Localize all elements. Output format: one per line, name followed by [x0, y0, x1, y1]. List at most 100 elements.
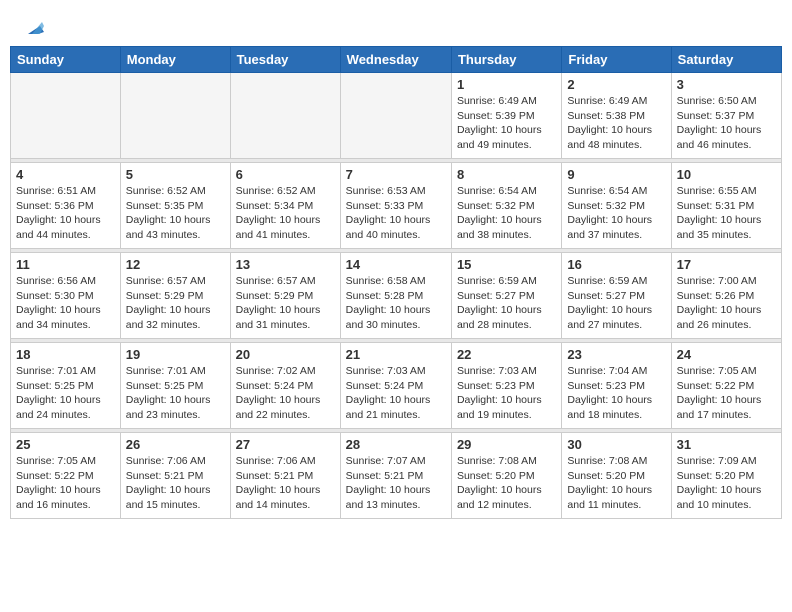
day-number: 3 [677, 77, 776, 92]
week-row-2: 4 Sunrise: 6:51 AMSunset: 5:36 PMDaylight… [11, 163, 782, 249]
day-cell: 12 Sunrise: 6:57 AMSunset: 5:29 PMDayligh… [120, 253, 230, 339]
day-info: Sunrise: 7:02 AMSunset: 5:24 PMDaylight:… [236, 364, 335, 423]
day-number: 4 [16, 167, 115, 182]
week-row-3: 11Sunrise: 6:56 AMSunset: 5:30 PMDayligh… [11, 253, 782, 339]
day-cell [11, 73, 121, 159]
day-number: 12 [126, 257, 225, 272]
day-info: Sunrise: 6:58 AMSunset: 5:28 PMDaylight:… [346, 274, 446, 333]
day-number: 28 [346, 437, 446, 452]
day-info: Sunrise: 6:59 AMSunset: 5:27 PMDaylight:… [567, 274, 665, 333]
page-header [10, 10, 782, 40]
day-info: Sunrise: 7:05 AMSunset: 5:22 PMDaylight:… [16, 454, 115, 513]
day-number: 5 [126, 167, 225, 182]
day-number: 20 [236, 347, 335, 362]
day-cell [230, 73, 340, 159]
day-number: 23 [567, 347, 665, 362]
day-cell: 20 Sunrise: 7:02 AMSunset: 5:24 PMDayligh… [230, 343, 340, 429]
day-number: 18 [16, 347, 115, 362]
day-number: 19 [126, 347, 225, 362]
day-info: Sunrise: 6:52 AMSunset: 5:34 PMDaylight:… [236, 184, 335, 243]
day-cell: 3 Sunrise: 6:50 AMSunset: 5:37 PMDaylight… [671, 73, 781, 159]
day-number: 30 [567, 437, 665, 452]
day-number: 10 [677, 167, 776, 182]
day-number: 14 [346, 257, 446, 272]
day-cell: 23 Sunrise: 7:04 AMSunset: 5:23 PMDayligh… [562, 343, 671, 429]
logo [20, 18, 44, 36]
day-cell: 11Sunrise: 6:56 AMSunset: 5:30 PMDayligh… [11, 253, 121, 339]
day-info: Sunrise: 6:51 AMSunset: 5:36 PMDaylight:… [16, 184, 115, 243]
day-info: Sunrise: 7:08 AMSunset: 5:20 PMDaylight:… [567, 454, 665, 513]
day-cell: 29 Sunrise: 7:08 AMSunset: 5:20 PMDayligh… [451, 433, 561, 519]
week-row-4: 18 Sunrise: 7:01 AMSunset: 5:25 PMDayligh… [11, 343, 782, 429]
col-header-monday: Monday [120, 47, 230, 73]
day-number: 17 [677, 257, 776, 272]
day-info: Sunrise: 6:52 AMSunset: 5:35 PMDaylight:… [126, 184, 225, 243]
day-cell: 9 Sunrise: 6:54 AMSunset: 5:32 PMDaylight… [562, 163, 671, 249]
week-row-1: 1 Sunrise: 6:49 AMSunset: 5:39 PMDaylight… [11, 73, 782, 159]
day-cell: 27 Sunrise: 7:06 AMSunset: 5:21 PMDayligh… [230, 433, 340, 519]
calendar-header-row: SundayMondayTuesdayWednesdayThursdayFrid… [11, 47, 782, 73]
day-cell [340, 73, 451, 159]
day-info: Sunrise: 7:01 AMSunset: 5:25 PMDaylight:… [126, 364, 225, 423]
day-number: 31 [677, 437, 776, 452]
day-cell: 30 Sunrise: 7:08 AMSunset: 5:20 PMDayligh… [562, 433, 671, 519]
day-number: 29 [457, 437, 556, 452]
day-info: Sunrise: 7:07 AMSunset: 5:21 PMDaylight:… [346, 454, 446, 513]
day-cell: 2 Sunrise: 6:49 AMSunset: 5:38 PMDaylight… [562, 73, 671, 159]
day-number: 27 [236, 437, 335, 452]
day-cell: 22 Sunrise: 7:03 AMSunset: 5:23 PMDayligh… [451, 343, 561, 429]
day-info: Sunrise: 7:05 AMSunset: 5:22 PMDaylight:… [677, 364, 776, 423]
day-info: Sunrise: 6:57 AMSunset: 5:29 PMDaylight:… [236, 274, 335, 333]
day-info: Sunrise: 6:50 AMSunset: 5:37 PMDaylight:… [677, 94, 776, 153]
day-cell: 8 Sunrise: 6:54 AMSunset: 5:32 PMDaylight… [451, 163, 561, 249]
day-cell: 25 Sunrise: 7:05 AMSunset: 5:22 PMDayligh… [11, 433, 121, 519]
col-header-friday: Friday [562, 47, 671, 73]
day-cell: 18 Sunrise: 7:01 AMSunset: 5:25 PMDayligh… [11, 343, 121, 429]
day-cell: 10Sunrise: 6:55 AMSunset: 5:31 PMDayligh… [671, 163, 781, 249]
day-number: 25 [16, 437, 115, 452]
day-cell: 4 Sunrise: 6:51 AMSunset: 5:36 PMDaylight… [11, 163, 121, 249]
day-cell: 5 Sunrise: 6:52 AMSunset: 5:35 PMDaylight… [120, 163, 230, 249]
day-number: 24 [677, 347, 776, 362]
day-cell [120, 73, 230, 159]
day-info: Sunrise: 6:54 AMSunset: 5:32 PMDaylight:… [457, 184, 556, 243]
day-info: Sunrise: 7:06 AMSunset: 5:21 PMDaylight:… [126, 454, 225, 513]
col-header-wednesday: Wednesday [340, 47, 451, 73]
day-cell: 15Sunrise: 6:59 AMSunset: 5:27 PMDayligh… [451, 253, 561, 339]
day-info: Sunrise: 7:06 AMSunset: 5:21 PMDaylight:… [236, 454, 335, 513]
day-cell: 28 Sunrise: 7:07 AMSunset: 5:21 PMDayligh… [340, 433, 451, 519]
day-info: Sunrise: 7:03 AMSunset: 5:23 PMDaylight:… [457, 364, 556, 423]
day-cell: 14 Sunrise: 6:58 AMSunset: 5:28 PMDayligh… [340, 253, 451, 339]
day-info: Sunrise: 6:56 AMSunset: 5:30 PMDaylight:… [16, 274, 115, 333]
day-cell: 26 Sunrise: 7:06 AMSunset: 5:21 PMDayligh… [120, 433, 230, 519]
day-info: Sunrise: 6:54 AMSunset: 5:32 PMDaylight:… [567, 184, 665, 243]
day-info: Sunrise: 6:49 AMSunset: 5:38 PMDaylight:… [567, 94, 665, 153]
day-cell: 6 Sunrise: 6:52 AMSunset: 5:34 PMDaylight… [230, 163, 340, 249]
day-info: Sunrise: 7:09 AMSunset: 5:20 PMDaylight:… [677, 454, 776, 513]
day-info: Sunrise: 6:59 AMSunset: 5:27 PMDaylight:… [457, 274, 556, 333]
day-number: 13 [236, 257, 335, 272]
day-cell: 31 Sunrise: 7:09 AMSunset: 5:20 PMDayligh… [671, 433, 781, 519]
day-number: 6 [236, 167, 335, 182]
day-info: Sunrise: 7:08 AMSunset: 5:20 PMDaylight:… [457, 454, 556, 513]
day-number: 26 [126, 437, 225, 452]
day-number: 21 [346, 347, 446, 362]
day-info: Sunrise: 7:04 AMSunset: 5:23 PMDaylight:… [567, 364, 665, 423]
day-cell: 16 Sunrise: 6:59 AMSunset: 5:27 PMDayligh… [562, 253, 671, 339]
day-number: 9 [567, 167, 665, 182]
day-cell: 21Sunrise: 7:03 AMSunset: 5:24 PMDayligh… [340, 343, 451, 429]
col-header-sunday: Sunday [11, 47, 121, 73]
day-info: Sunrise: 6:57 AMSunset: 5:29 PMDaylight:… [126, 274, 225, 333]
day-number: 22 [457, 347, 556, 362]
day-number: 1 [457, 77, 556, 92]
logo-icon [22, 18, 44, 36]
day-cell: 24 Sunrise: 7:05 AMSunset: 5:22 PMDayligh… [671, 343, 781, 429]
day-number: 8 [457, 167, 556, 182]
day-info: Sunrise: 6:49 AMSunset: 5:39 PMDaylight:… [457, 94, 556, 153]
day-number: 2 [567, 77, 665, 92]
day-info: Sunrise: 7:01 AMSunset: 5:25 PMDaylight:… [16, 364, 115, 423]
day-number: 7 [346, 167, 446, 182]
day-number: 16 [567, 257, 665, 272]
day-cell: 17Sunrise: 7:00 AMSunset: 5:26 PMDayligh… [671, 253, 781, 339]
calendar: SundayMondayTuesdayWednesdayThursdayFrid… [10, 46, 782, 519]
